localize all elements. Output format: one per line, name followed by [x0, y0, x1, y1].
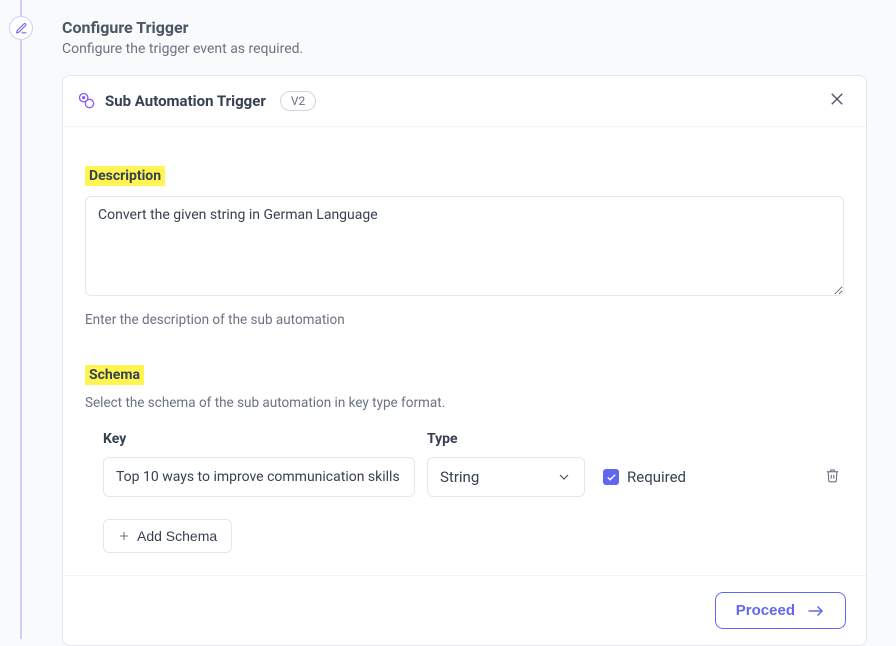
- timeline-line: [20, 0, 22, 639]
- description-textarea[interactable]: [85, 196, 844, 296]
- automation-icon: [77, 91, 97, 111]
- required-checkbox[interactable]: [603, 469, 619, 485]
- description-helper: Enter the description of the sub automat…: [85, 312, 844, 328]
- section-title: Configure Trigger: [62, 18, 896, 37]
- schema-row: String Required: [103, 457, 844, 497]
- column-key-label: Key: [103, 431, 427, 447]
- delete-row-button[interactable]: [825, 468, 840, 487]
- chevron-down-icon: [556, 469, 572, 485]
- arrow-right-icon: [807, 604, 825, 618]
- required-label: Required: [627, 468, 686, 486]
- column-type-label: Type: [427, 431, 597, 447]
- schema-helper: Select the schema of the sub automation …: [85, 395, 844, 411]
- trash-icon: [825, 468, 840, 483]
- close-icon[interactable]: [828, 90, 846, 112]
- card-title: Sub Automation Trigger: [105, 92, 266, 110]
- card-header: Sub Automation Trigger V2: [63, 76, 866, 127]
- version-badge: V2: [280, 91, 316, 111]
- trigger-card: Sub Automation Trigger V2 Description En…: [62, 75, 867, 646]
- plus-icon: [118, 530, 130, 542]
- add-schema-button[interactable]: Add Schema: [103, 519, 232, 553]
- schema-label: Schema: [85, 365, 144, 385]
- description-label: Description: [85, 166, 165, 186]
- section-subtitle: Configure the trigger event as required.: [62, 41, 896, 57]
- type-select[interactable]: String: [427, 457, 585, 497]
- add-schema-label: Add Schema: [137, 528, 217, 544]
- key-input[interactable]: [103, 457, 415, 497]
- proceed-label: Proceed: [736, 602, 795, 619]
- proceed-button[interactable]: Proceed: [715, 592, 846, 629]
- type-select-value: String: [440, 468, 479, 486]
- card-footer: Proceed: [63, 575, 866, 645]
- timeline-node-icon: [9, 16, 33, 40]
